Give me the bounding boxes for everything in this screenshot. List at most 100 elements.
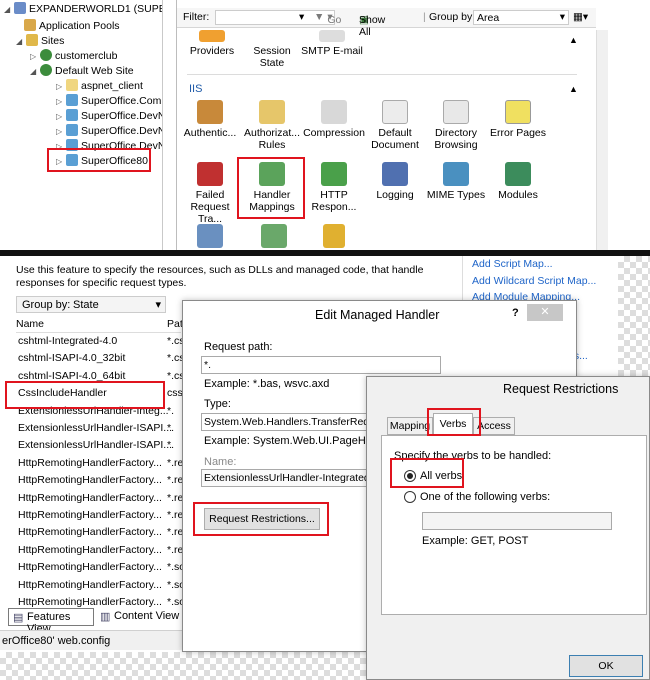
highlight-all-verbs — [390, 458, 464, 488]
help-button[interactable]: ? — [512, 307, 519, 319]
name-label: Name: — [204, 456, 237, 468]
handler-row[interactable]: HttpRemotingHandlerFactory... — [18, 524, 162, 541]
modules-icon — [505, 162, 531, 186]
chevron-down-icon[interactable]: ▾ — [299, 11, 304, 23]
request-path-example: Example: *.bas, wsvc.axd — [204, 378, 330, 390]
group-by-value: Area — [477, 12, 500, 24]
page-description: Use this feature to specify the resource… — [16, 264, 424, 289]
group-by-label: Group by: — [429, 11, 476, 23]
feature-failed-request[interactable]: Failed Request Tra... — [179, 162, 241, 225]
app-icon — [66, 94, 78, 106]
add-wildcard-link[interactable]: Add Wildcard Script Map... — [472, 275, 596, 287]
feature-default-document[interactable]: Default Document — [364, 100, 426, 151]
view-switcher: ▤ Features View ▥ Content View — [6, 607, 186, 635]
content-view-icon: ▥ — [100, 611, 111, 623]
content-view-label: Content View — [114, 610, 180, 622]
handler-row[interactable]: ExtensionlessUrlHandler-ISAPI... — [18, 437, 172, 454]
handler-row[interactable]: HttpRemotingHandlerFactory... — [18, 559, 162, 576]
tree-customerclub[interactable]: ▷ customerclub — [30, 49, 117, 63]
handler-path: *.re — [167, 509, 184, 521]
features-view-icon: ▤ — [13, 612, 24, 624]
handler-row[interactable]: cshtml-ISAPI-4.0_32bit — [18, 350, 125, 367]
request-restrictions-dialog: Request Restrictions Specify the verbs t… — [366, 376, 650, 680]
highlight-verbs-tab — [427, 408, 481, 436]
feature-http-response[interactable]: HTTP Respon... — [303, 162, 365, 213]
globe-icon — [40, 49, 52, 61]
feature-compression[interactable]: Compression — [303, 100, 365, 139]
feature-authorization[interactable]: Authorizat... Rules — [241, 100, 303, 151]
mime-types-icon — [443, 162, 469, 186]
iis-group-label: IIS — [189, 83, 203, 95]
handler-path: *.re — [167, 526, 184, 539]
handler-row[interactable]: HttpRemotingHandlerFactory... — [18, 455, 162, 472]
tree-so-comp[interactable]: ▷ SuperOffice.Comp — [56, 94, 162, 108]
feature-modules[interactable]: Modules — [487, 162, 549, 201]
highlight-handler-mappings — [237, 157, 305, 219]
handler-path: *.re — [167, 474, 184, 487]
group-divider — [187, 74, 577, 75]
collapse-icon[interactable]: ▲ — [569, 35, 578, 45]
type-input[interactable]: System.Web.Handlers.TransferReque — [201, 413, 381, 431]
group-by-value: State — [73, 299, 99, 311]
content-view-tab[interactable]: ▥ Content View — [98, 608, 184, 626]
feature-logging[interactable]: Logging — [364, 162, 426, 201]
tree-aspnet-client[interactable]: ▷ aspnet_client — [56, 79, 143, 93]
column-header-name[interactable]: Name — [16, 318, 44, 330]
request-path-input[interactable]: *. — [201, 356, 441, 374]
session-state-icon — [259, 30, 285, 42]
handler-row[interactable]: HttpRemotingHandlerFactory... — [18, 472, 162, 489]
ok-button[interactable]: OK — [569, 655, 643, 677]
name-input: ExtensionlessUrlHandler-Integrated-4 — [201, 469, 381, 487]
handler-path: *. — [167, 404, 175, 417]
add-script-map-link[interactable]: Add Script Map... — [472, 258, 553, 270]
failed-request-icon — [197, 162, 223, 186]
tree-so-devn-1[interactable]: ▷ SuperOffice.DevN — [56, 109, 162, 123]
handler-row[interactable]: ExtensionlessUrlHandler-ISAPI... — [18, 420, 172, 437]
view-icon[interactable]: ▦▾ — [573, 11, 588, 23]
scrollbar-area — [596, 0, 650, 250]
directory-icon — [443, 100, 469, 124]
go-label: Go — [327, 14, 342, 26]
features-view-tab[interactable]: ▤ Features View — [8, 608, 94, 635]
group-by-select[interactable]: Area ▾ — [473, 10, 569, 25]
verbs-input[interactable] — [422, 512, 612, 530]
handler-row[interactable]: HttpRemotingHandlerFactory... — [18, 542, 162, 559]
column-header-path[interactable]: Pat — [167, 318, 183, 330]
tree-app-pools[interactable]: Application Pools — [24, 19, 120, 33]
feature-smtp[interactable]: SMTP E-mail — [301, 30, 363, 57]
go-button[interactable]: ▼ Go ▾ — [314, 11, 341, 26]
connections-tree: ◢EXPANDERWORLD1 (SUPERC Application Pool… — [0, 0, 163, 250]
feature-authentication[interactable]: Authentic... — [179, 100, 241, 139]
group-by-bar[interactable]: Group by: State ▾ — [16, 296, 166, 313]
feature-providers[interactable]: Providers — [181, 30, 243, 57]
handler-path: *.re — [167, 543, 184, 556]
logging-icon — [382, 162, 408, 186]
tree-server[interactable]: ◢EXPANDERWORLD1 (SUPERC — [4, 2, 162, 16]
server-icon — [14, 2, 26, 14]
handler-row[interactable]: HttpRemotingHandlerFactory... — [18, 577, 162, 594]
handler-path: *. — [167, 422, 175, 434]
feature-mime-types[interactable]: MIME Types — [425, 162, 487, 201]
close-button[interactable]: ✕ — [527, 304, 563, 321]
globe-icon — [40, 64, 52, 76]
status-text: erOffice80' web.config — [2, 635, 111, 647]
feature-error-pages[interactable]: Error Pages — [487, 100, 549, 139]
feature-directory-browsing[interactable]: Directory Browsing — [425, 100, 487, 151]
tree-default-site[interactable]: ◢ Default Web Site — [30, 64, 134, 78]
tree-sites[interactable]: ◢ Sites — [16, 34, 64, 48]
handler-row[interactable]: cshtml-Integrated-4.0 — [18, 333, 117, 350]
handler-row[interactable]: HttpRemotingHandlerFactory... — [18, 507, 162, 524]
one-of-verbs-radio[interactable] — [404, 491, 416, 503]
tree-so-devn-2[interactable]: ▷ SuperOffice.DevN — [56, 124, 162, 138]
handler-row[interactable]: HttpRemotingHandlerFactory... — [18, 490, 162, 507]
feature-session-state[interactable]: Session State — [241, 30, 303, 69]
email-icon — [319, 30, 345, 42]
handler-path: *. — [167, 439, 175, 452]
authentication-icon — [197, 100, 223, 124]
error-page-icon — [505, 100, 531, 124]
http-response-icon — [321, 162, 347, 186]
vertical-scrollbar[interactable] — [596, 30, 608, 250]
highlight-restrictions-button — [193, 502, 329, 536]
handler-path: *.re — [167, 456, 184, 469]
collapse-icon[interactable]: ▲ — [569, 84, 578, 94]
